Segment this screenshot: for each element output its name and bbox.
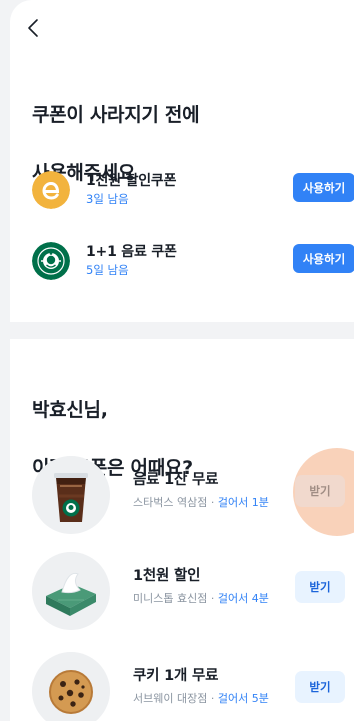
get-coupon-button[interactable]: 받기: [295, 671, 345, 703]
expiring-coupons-card: 쿠폰이 사라지기 전에 사용해주세요 1천원 할인쿠폰 3일 남음 사용하기 1…: [10, 0, 354, 322]
store-name: 서브웨이 대장점: [133, 692, 208, 705]
meta-separator: ·: [207, 592, 218, 605]
coupon-screen: 쿠폰이 사라지기 전에 사용해주세요 1천원 할인쿠폰 3일 남음 사용하기 1…: [0, 0, 354, 721]
store-name: 미니스톱 효신점: [133, 592, 208, 605]
walking-distance: 걸어서 5분: [217, 692, 269, 705]
expiring-coupon-item: 1천원 할인쿠폰 3일 남음 사용하기: [32, 169, 354, 213]
store-name: 스타벅스 역삼점: [133, 496, 208, 509]
walking-distance: 걸어서 1분: [217, 496, 269, 509]
recommended-coupon-item: 1천원 할인 미니스톱 효신점 · 걸어서 4분 받기: [32, 552, 354, 632]
get-coupon-button[interactable]: 받기: [295, 571, 345, 603]
meta-separator: ·: [207, 692, 218, 705]
expiring-coupon-item: 1+1 음료 쿠폰 5일 남음 사용하기: [32, 240, 354, 284]
use-coupon-button[interactable]: 사용하기: [293, 244, 354, 273]
tissue-box-icon: [32, 552, 110, 630]
iced-coffee-icon: [32, 456, 110, 534]
walking-distance: 걸어서 4분: [217, 592, 269, 605]
chevron-left-icon: [28, 19, 38, 37]
recommend-coupon-title: 쿠키 1개 무료: [133, 668, 219, 684]
recommend-title-line1: 박효신님,: [32, 399, 108, 421]
recommend-coupon-meta: 서브웨이 대장점 · 걸어서 5분: [133, 690, 269, 706]
back-button[interactable]: [20, 14, 46, 42]
coupon-name: 1천원 할인쿠폰: [86, 173, 177, 189]
recommend-coupon-meta: 미니스톱 효신점 · 걸어서 4분: [133, 590, 269, 606]
recommend-coupon-title: 음료 1잔 무료: [133, 472, 219, 488]
recommended-coupon-item: 음료 1잔 무료 스타벅스 역삼점 · 걸어서 1분 받기: [32, 448, 354, 536]
get-coupon-button[interactable]: 받기: [295, 475, 345, 507]
coupon-remaining: 3일 남음: [86, 192, 129, 206]
recommend-coupon-meta: 스타벅스 역삼점 · 걸어서 1분: [133, 494, 269, 510]
recommend-coupon-title: 1천원 할인: [133, 568, 201, 584]
e-logo-icon: [32, 171, 70, 209]
cookie-icon: [32, 652, 110, 721]
use-coupon-button[interactable]: 사용하기: [293, 173, 354, 202]
meta-separator: ·: [207, 496, 218, 509]
recommended-coupon-item: 쿠키 1개 무료 서브웨이 대장점 · 걸어서 5분 받기: [32, 652, 354, 721]
coupon-remaining: 5일 남음: [86, 263, 129, 277]
coupon-name: 1+1 음료 쿠폰: [86, 244, 177, 260]
recommended-coupons-card: 박효신님, 이런 쿠폰은 어때요? 음료 1잔 무료 스타벅스 역삼점 · 걸어…: [10, 339, 354, 721]
starbucks-logo-icon: [32, 242, 70, 280]
expiring-title-line1: 쿠폰이 사라지기 전에: [32, 104, 200, 126]
